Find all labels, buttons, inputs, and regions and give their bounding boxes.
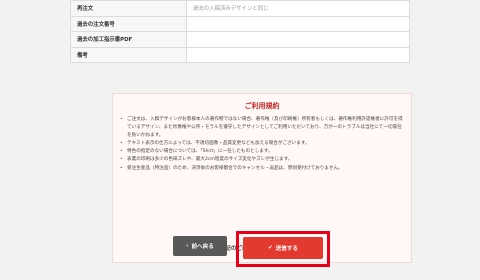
back-button[interactable]: ‹ 前へ戻る (173, 236, 227, 256)
submit-button[interactable]: ✔ 送信する (243, 237, 323, 259)
check-icon: ✔ (267, 245, 273, 251)
table-row: 過去の加工指示書PDF (70, 31, 410, 48)
table-row: 再注文 過去の入稿済みデザインと同じ (70, 0, 410, 17)
back-button-label: 前へ戻る (191, 244, 214, 250)
terms-list: ご注文は、入稿デザインがお客様本人の著作物ではない場合、著作権（及び印刷権）所有… (119, 116, 405, 173)
row-value (186, 31, 410, 48)
terms-item: 表裏の印刷は多少の色味ズレや、最大2cm程度のサイズ変化やズレが生じます。 (119, 156, 405, 164)
row-value (186, 46, 410, 63)
row-value (186, 15, 410, 32)
chevron-left-icon: ‹ (186, 243, 189, 249)
row-label: 再注文 (70, 0, 187, 17)
terms-item: 受注生産品（特注品）のため、決済後のお客様都合でのキャンセル・返品は、原則受付け… (119, 165, 405, 173)
row-label: 過去の注文番号 (70, 15, 187, 32)
row-label: 備考 (70, 46, 187, 63)
terms-title: ご利用規約 (244, 102, 280, 110)
row-label: 過去の加工指示書PDF (70, 31, 187, 48)
table-row: 備考 (70, 46, 410, 63)
submit-button-label: 送信する (275, 246, 299, 252)
order-details-table: 再注文 過去の入稿済みデザインと同じ 過去の注文番号 過去の加工指示書PDF 備… (70, 0, 410, 63)
row-value: 過去の入稿済みデザインと同じ (186, 0, 410, 17)
terms-item: ご注文は、入稿デザインがお客様本人の著作物ではない場合、著作権（及び印刷権）所有… (119, 116, 405, 139)
order-confirm-page: 再注文 過去の入稿済みデザインと同じ 過去の注文番号 過去の加工指示書PDF 備… (0, 0, 480, 280)
table-row: 過去の注文番号 (70, 15, 410, 32)
terms-item: テキスト表示の仕方によっては、不適切画像・品質変更なども加える場合がございます。 (119, 140, 405, 148)
terms-item: 特色の指定のない場合については、「Shirt」に一任したものとします。 (119, 148, 405, 156)
